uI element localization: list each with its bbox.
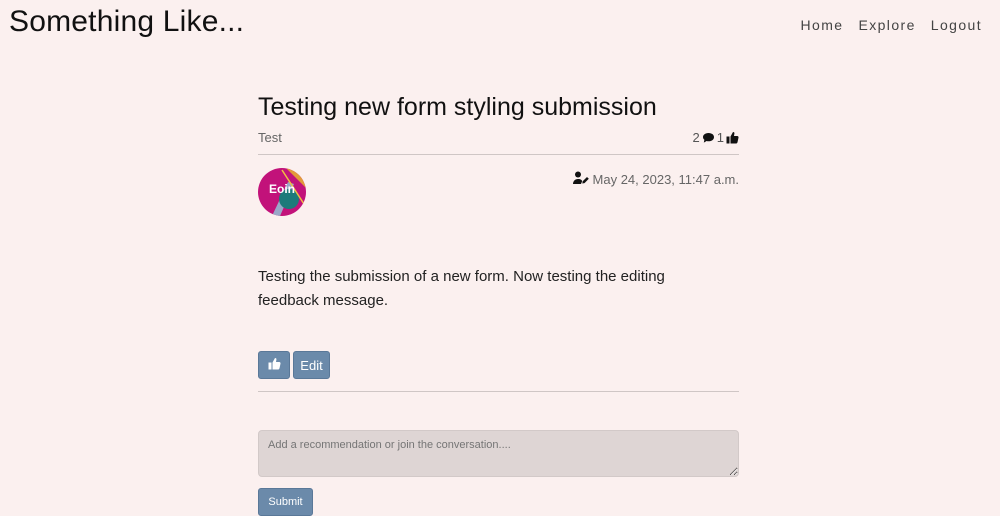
post-detail: Testing new form styling submission Test… (258, 92, 739, 516)
nav-explore-link[interactable]: Explore (858, 17, 915, 33)
avatar[interactable]: Eoin (258, 168, 306, 216)
submit-button[interactable]: Submit (258, 488, 313, 516)
avatar-label: Eoin (269, 182, 295, 196)
like-button[interactable] (258, 351, 290, 379)
user-edit-icon (572, 171, 589, 188)
post-body: Testing the submission of a new form. No… (258, 268, 665, 309)
navbar: Something Like... Home Explore Logout (0, 0, 1000, 52)
thumbs-up-icon (726, 131, 739, 144)
comment-input[interactable] (258, 430, 739, 477)
nav-home-link[interactable]: Home (801, 17, 844, 33)
site-brand[interactable]: Something Like... (9, 5, 244, 39)
like-count: 1 (716, 130, 724, 145)
thumbs-up-icon (268, 357, 281, 373)
nav-links: Home Explore Logout (801, 17, 982, 33)
comment-icon (702, 132, 715, 144)
divider (258, 391, 739, 392)
post-stats: 2 1 (693, 130, 739, 145)
nav-logout-link[interactable]: Logout (931, 17, 982, 33)
post-meta: Test 2 1 (258, 130, 739, 154)
post-title: Testing new form styling submission (258, 93, 657, 121)
post-category: Test (258, 130, 282, 145)
edit-button[interactable]: Edit (293, 351, 330, 379)
comment-count: 2 (692, 130, 700, 145)
post-date-wrap: May 24, 2023, 11:47 a.m. (572, 171, 739, 188)
post-actions: Edit (258, 351, 739, 391)
post-date: May 24, 2023, 11:47 a.m. (592, 172, 739, 187)
author-row: Eoin May 24, 2023, 11:47 a.m. (258, 155, 739, 265)
